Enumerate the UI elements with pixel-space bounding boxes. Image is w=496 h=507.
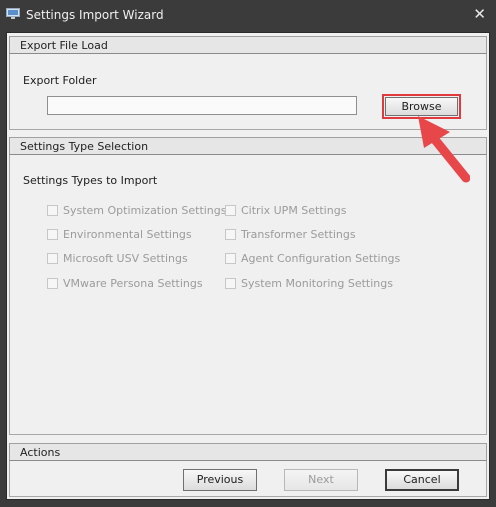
checkbox-box[interactable] [47, 229, 58, 240]
previous-button[interactable]: Previous [183, 469, 257, 491]
checkbox-box[interactable] [225, 205, 236, 216]
settings-import-wizard-window: Settings Import Wizard ✕ Export File Loa… [0, 0, 496, 507]
monitor-icon [6, 8, 20, 19]
checkbox-label: Citrix UPM Settings [241, 204, 347, 217]
export-folder-input[interactable] [47, 96, 357, 115]
actions-header: Actions [9, 443, 487, 461]
export-folder-label: Export Folder [23, 74, 97, 87]
checkbox-box[interactable] [47, 278, 58, 289]
window-title: Settings Import Wizard [26, 8, 164, 22]
actions-title: Actions [20, 446, 61, 459]
next-button[interactable]: Next [284, 469, 358, 491]
title-bar[interactable]: Settings Import Wizard ✕ [0, 0, 496, 30]
settings-types-subheading: Settings Types to Import [23, 174, 158, 187]
checkbox-box[interactable] [225, 253, 236, 264]
export-file-load-header: Export File Load [9, 36, 487, 54]
checkbox-label: VMware Persona Settings [63, 277, 203, 290]
checkbox-label: System Monitoring Settings [241, 277, 393, 290]
export-file-load-title: Export File Load [20, 39, 108, 52]
settings-type-selection-title: Settings Type Selection [20, 140, 149, 153]
checkbox-box[interactable] [225, 229, 236, 240]
checkbox-box[interactable] [47, 253, 58, 264]
checkbox-label: Environmental Settings [63, 228, 192, 241]
checkbox-label: System Optimization Settings [63, 204, 227, 217]
checkbox-label: Agent Configuration Settings [241, 252, 401, 265]
red-arrow-annotation [418, 116, 470, 183]
checkbox-label: Transformer Settings [241, 228, 356, 241]
checkbox-box[interactable] [47, 205, 58, 216]
cancel-button[interactable]: Cancel [385, 469, 459, 491]
settings-type-selection-panel [9, 155, 487, 435]
close-icon[interactable]: ✕ [473, 5, 486, 23]
checkbox-box[interactable] [225, 278, 236, 289]
checkbox-label: Microsoft USV Settings [63, 252, 188, 265]
